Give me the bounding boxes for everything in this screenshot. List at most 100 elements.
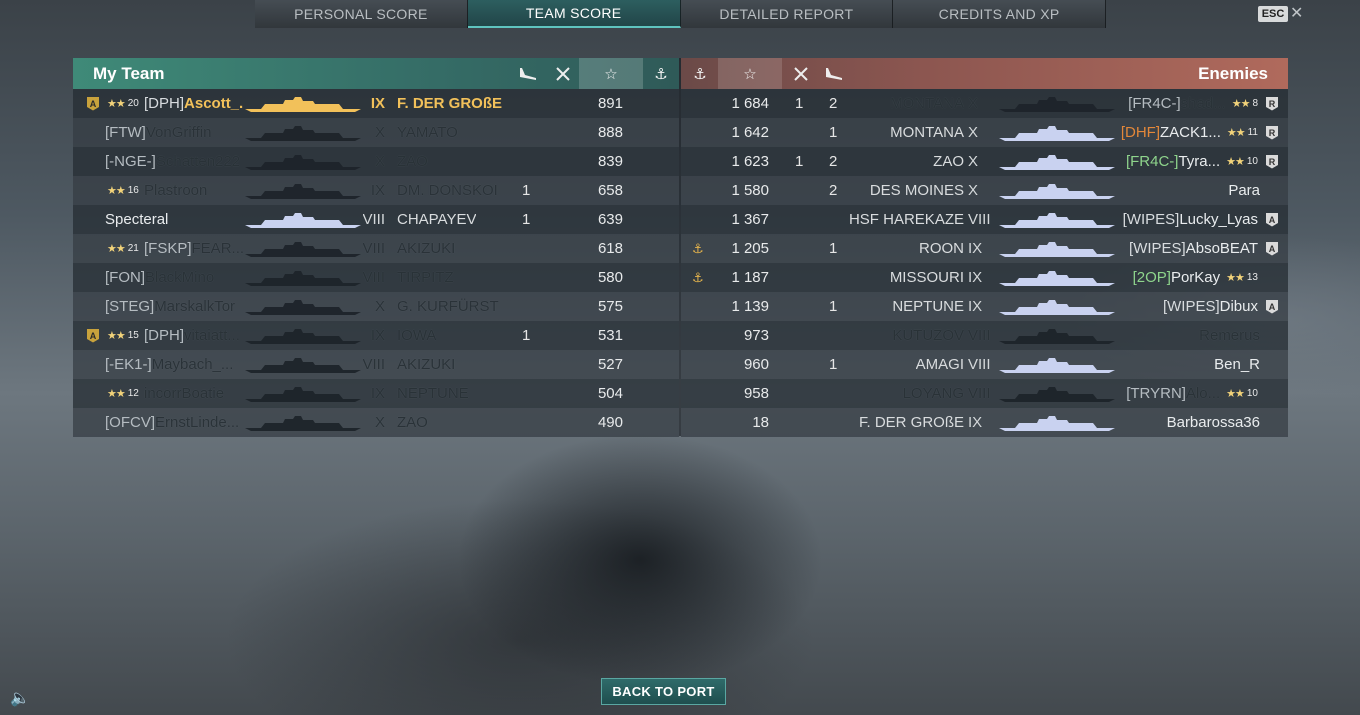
enemy-row[interactable]: 18 F. DER GROßE IX Barbarossa36 bbox=[681, 408, 1288, 437]
clan-tag: [-EK1-] bbox=[105, 356, 152, 373]
score: 958 bbox=[743, 385, 769, 402]
tab-personal-score[interactable]: PERSONAL SCORE bbox=[255, 0, 468, 28]
score: 1 684 bbox=[731, 95, 769, 112]
my-team-row[interactable]: [FTW] VonGriffin X YAMATO 888 bbox=[73, 118, 679, 147]
ship-name: ZAO bbox=[397, 414, 428, 431]
ship-tier: X bbox=[968, 182, 979, 199]
ship-silhouette-icon bbox=[997, 379, 1117, 408]
enemies-panel: ⚓ ☆ Enemies 1 684 1 2 MONTANA X [FR4C-] shad..… bbox=[681, 58, 1288, 437]
enemy-row[interactable]: 1 642 1 MONTANA X [DHF] ZACK1... ★★ 11 R bbox=[681, 118, 1288, 147]
enemy-row[interactable]: 973 KUTUZOV VIII Remerus bbox=[681, 321, 1288, 350]
badge-letter: R bbox=[1266, 96, 1278, 111]
enemy-row[interactable]: 1 580 2 DES MOINES X Para bbox=[681, 176, 1288, 205]
my-team-row[interactable]: ★★ 21 [FSKP] FEAR... VIII AKIZUKI 618 bbox=[73, 234, 679, 263]
player-name-cell: [FSKP] FEAR... bbox=[144, 234, 243, 263]
enemy-row[interactable]: ⚓ 1 187 MISSOURI IX [2OP] PorKay ★★ 13 bbox=[681, 263, 1288, 292]
enemy-row[interactable]: 960 1 AMAGI VIII Ben_R bbox=[681, 350, 1288, 379]
aircraft-icon bbox=[513, 58, 543, 89]
player-name-cell: Para bbox=[1228, 176, 1260, 205]
enemy-row[interactable]: 1 684 1 2 MONTANA X [FR4C-] shad... ★★ 8 R bbox=[681, 89, 1288, 118]
ship-silhouette-icon bbox=[243, 350, 363, 379]
my-team-row[interactable]: A★★20[DPH]Ascott_...IXF. DER GROßE891 bbox=[73, 89, 679, 118]
badge-letter: A bbox=[1266, 299, 1278, 314]
ship-silhouette-icon bbox=[243, 176, 363, 205]
ship-name: ZAO bbox=[397, 153, 428, 170]
ship-tier: IX bbox=[370, 182, 385, 199]
close-icon[interactable]: ✕ bbox=[1290, 3, 1303, 23]
my-team-row[interactable]: [OFCV] ErnstLinde... X ZAO 490 bbox=[73, 408, 679, 437]
enemy-row[interactable]: 958 LOYANG VIII [TRYRN] Alo... ★★ 10 bbox=[681, 379, 1288, 408]
ship-tier: X bbox=[968, 95, 979, 112]
player-name-cell: Barbarossa36 bbox=[1167, 408, 1260, 437]
my-team-row[interactable]: ★★ 12 incorrBoatie IX NEPTUNE 504 bbox=[73, 379, 679, 408]
back-to-port-button[interactable]: BACK TO PORT bbox=[601, 678, 726, 705]
tab-detailed-report[interactable]: DETAILED REPORT bbox=[680, 0, 894, 28]
ship-name: LOYANG bbox=[902, 385, 964, 402]
ship-silhouette-icon bbox=[997, 205, 1117, 234]
tab-team-score[interactable]: TEAM SCORE bbox=[467, 0, 681, 28]
player-name-cell: [DPH] vitaiatt... bbox=[144, 321, 240, 350]
player-name: vitaiatt... bbox=[184, 327, 240, 344]
score: 888 bbox=[597, 124, 623, 141]
ship-silhouette-icon bbox=[997, 176, 1117, 205]
score: 18 bbox=[752, 414, 769, 431]
clan-tag: [-NGE-] bbox=[105, 153, 156, 170]
player-name: VonGriffin bbox=[145, 124, 212, 141]
enemy-row[interactable]: 1 367 HSF HAREKAZE VIII [WIPES] Lucky_Lyas A bbox=[681, 205, 1288, 234]
rank-insignia-icon: ★★ 20 bbox=[107, 89, 139, 118]
rank-insignia-icon: ★★ 12 bbox=[107, 379, 139, 408]
player-name-cell: [DHF] ZACK1... ★★ 11 bbox=[1121, 118, 1258, 147]
rank-number: 10 bbox=[1246, 388, 1258, 399]
badge-letter: R bbox=[1266, 125, 1278, 140]
player-name: shad... bbox=[1180, 95, 1226, 112]
enemy-row[interactable]: ⚓ 1 205 1 ROON IX [WIPES] AbsoBEAT A bbox=[681, 234, 1288, 263]
player-name-cell: [OFCV] ErnstLinde... bbox=[105, 408, 239, 437]
ship-name: NEPTUNE bbox=[397, 385, 469, 402]
my-team-row[interactable]: Specteral VIII CHAPAYEV 1 639 bbox=[73, 205, 679, 234]
frags-icon bbox=[548, 58, 578, 89]
tab-credits-and-xp[interactable]: CREDITS AND XP bbox=[893, 0, 1106, 28]
clan-tag: [OFCV] bbox=[105, 414, 156, 431]
clan-rank-badge-icon: A bbox=[1266, 234, 1278, 263]
player-name-cell: [2OP] PorKay ★★ 13 bbox=[1133, 263, 1258, 292]
ship-tier: VIII bbox=[363, 211, 385, 228]
my-team-row[interactable]: A ★★ 15 [DPH] vitaiatt... IX IOWA 1 531 bbox=[73, 321, 679, 350]
ship-silhouette-icon bbox=[243, 205, 363, 234]
player-name-cell: Plastroon bbox=[144, 176, 207, 205]
enemy-row[interactable]: 1 623 1 2 ZAO X [FR4C-] Tyra... ★★ 10 R bbox=[681, 147, 1288, 176]
score: 1 580 bbox=[731, 182, 769, 199]
ship-silhouette-icon bbox=[243, 263, 363, 292]
player-name-cell: [-EK1-] Maybach_... bbox=[105, 350, 233, 379]
anchor-medal-icon: ⚓ bbox=[692, 240, 704, 256]
rank-stars-icon: ★★ bbox=[107, 185, 126, 197]
my-team-row[interactable]: [STEG] MarskalkTor X G. KURFÜRST 575 bbox=[73, 292, 679, 321]
ship-silhouette-icon bbox=[243, 292, 363, 321]
esc-button[interactable]: ESC bbox=[1258, 6, 1288, 22]
my-team-row[interactable]: [-NGE-] Schatten222 X ZAO 839 bbox=[73, 147, 679, 176]
player-name: Remerus bbox=[1199, 327, 1260, 344]
player-name-cell: [WIPES] Lucky_Lyas bbox=[1123, 205, 1258, 234]
ship-name: F. DER GROßE bbox=[858, 414, 964, 431]
player-name-cell: Specteral bbox=[105, 205, 168, 234]
clan-rank-badge-icon: A bbox=[1266, 292, 1278, 321]
ship-name: F. DER GROßE bbox=[397, 95, 503, 112]
my-team-row[interactable]: [FON] BlackMino VIII TIRPITZ 580 bbox=[73, 263, 679, 292]
enemy-row[interactable]: 1 139 1 NEPTUNE IX [WIPES] Dibux A bbox=[681, 292, 1288, 321]
player-name: Tyra... bbox=[1178, 153, 1221, 170]
player-name: Ben_R bbox=[1214, 356, 1260, 373]
my-team-header: My Team ☆ ⚓ bbox=[73, 58, 679, 89]
kills: 1 bbox=[522, 327, 531, 344]
clan-rank-badge-icon: A bbox=[87, 89, 99, 118]
player-name-cell: incorrBoatie bbox=[144, 379, 224, 408]
my-team-row[interactable]: ★★ 16 Plastroon IX DM. DONSKOI 1 658 bbox=[73, 176, 679, 205]
sound-icon[interactable]: 🔈 bbox=[10, 688, 30, 708]
score: 658 bbox=[597, 182, 623, 199]
score: 839 bbox=[597, 153, 623, 170]
rank-number: 11 bbox=[1247, 127, 1258, 138]
my-team-row[interactable]: [-EK1-] Maybach_... VIII AKIZUKI 527 bbox=[73, 350, 679, 379]
ship-name: DES MOINES bbox=[869, 182, 964, 199]
rank-stars-icon: ★★ bbox=[107, 388, 126, 400]
rank-stars-icon: ★★ bbox=[107, 98, 126, 110]
rank-insignia-icon: ★★ 21 bbox=[107, 234, 139, 263]
score: 618 bbox=[597, 240, 623, 257]
